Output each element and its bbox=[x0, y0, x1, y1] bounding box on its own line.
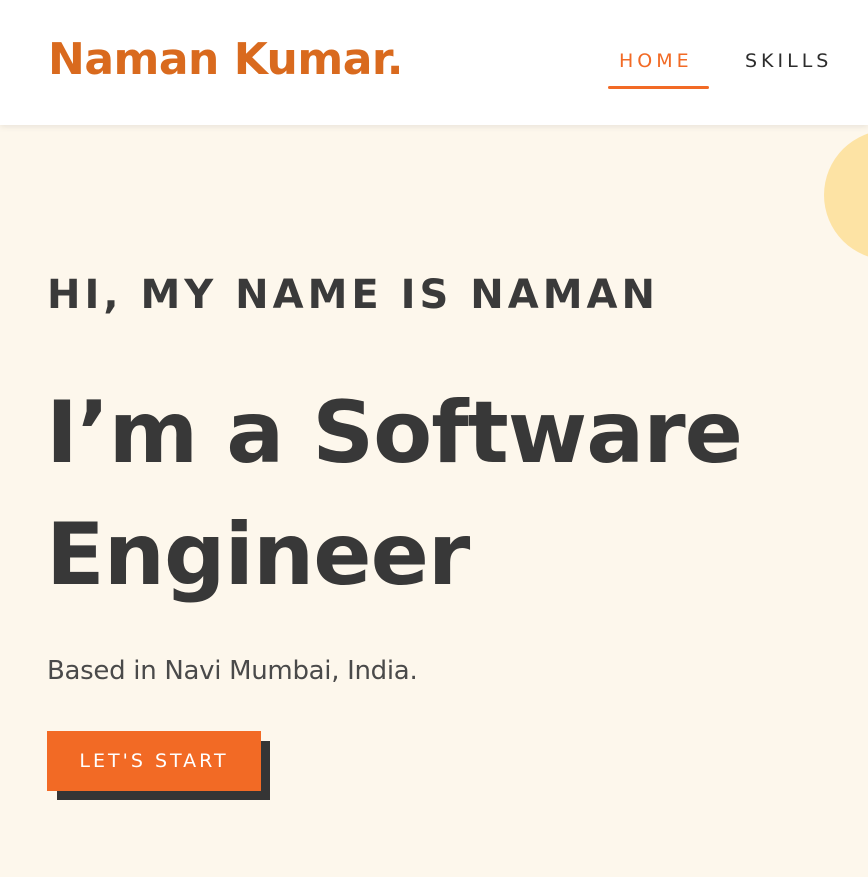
hero-headline-line2: Engineer bbox=[46, 505, 470, 605]
hero-location: Based in Navi Mumbai, India. bbox=[47, 656, 418, 686]
brand-logo[interactable]: Naman Kumar. bbox=[48, 30, 404, 90]
hero-headline-line1: I’m a Software bbox=[46, 383, 743, 483]
nav-active-indicator bbox=[608, 86, 709, 89]
lets-start-button[interactable]: LET'S START bbox=[47, 731, 261, 791]
page: Naman Kumar. HOME SKILLS HI, MY NAME IS … bbox=[0, 0, 868, 877]
hero-headline: I’m a Software Engineer bbox=[46, 372, 846, 616]
hero-greeting: HI, MY NAME IS NAMAN bbox=[47, 272, 659, 318]
nav-skills-link[interactable]: SKILLS bbox=[745, 48, 832, 74]
nav-home-link[interactable]: HOME bbox=[619, 48, 693, 74]
decorative-blob bbox=[824, 130, 868, 260]
site-header: Naman Kumar. HOME SKILLS bbox=[0, 0, 868, 125]
